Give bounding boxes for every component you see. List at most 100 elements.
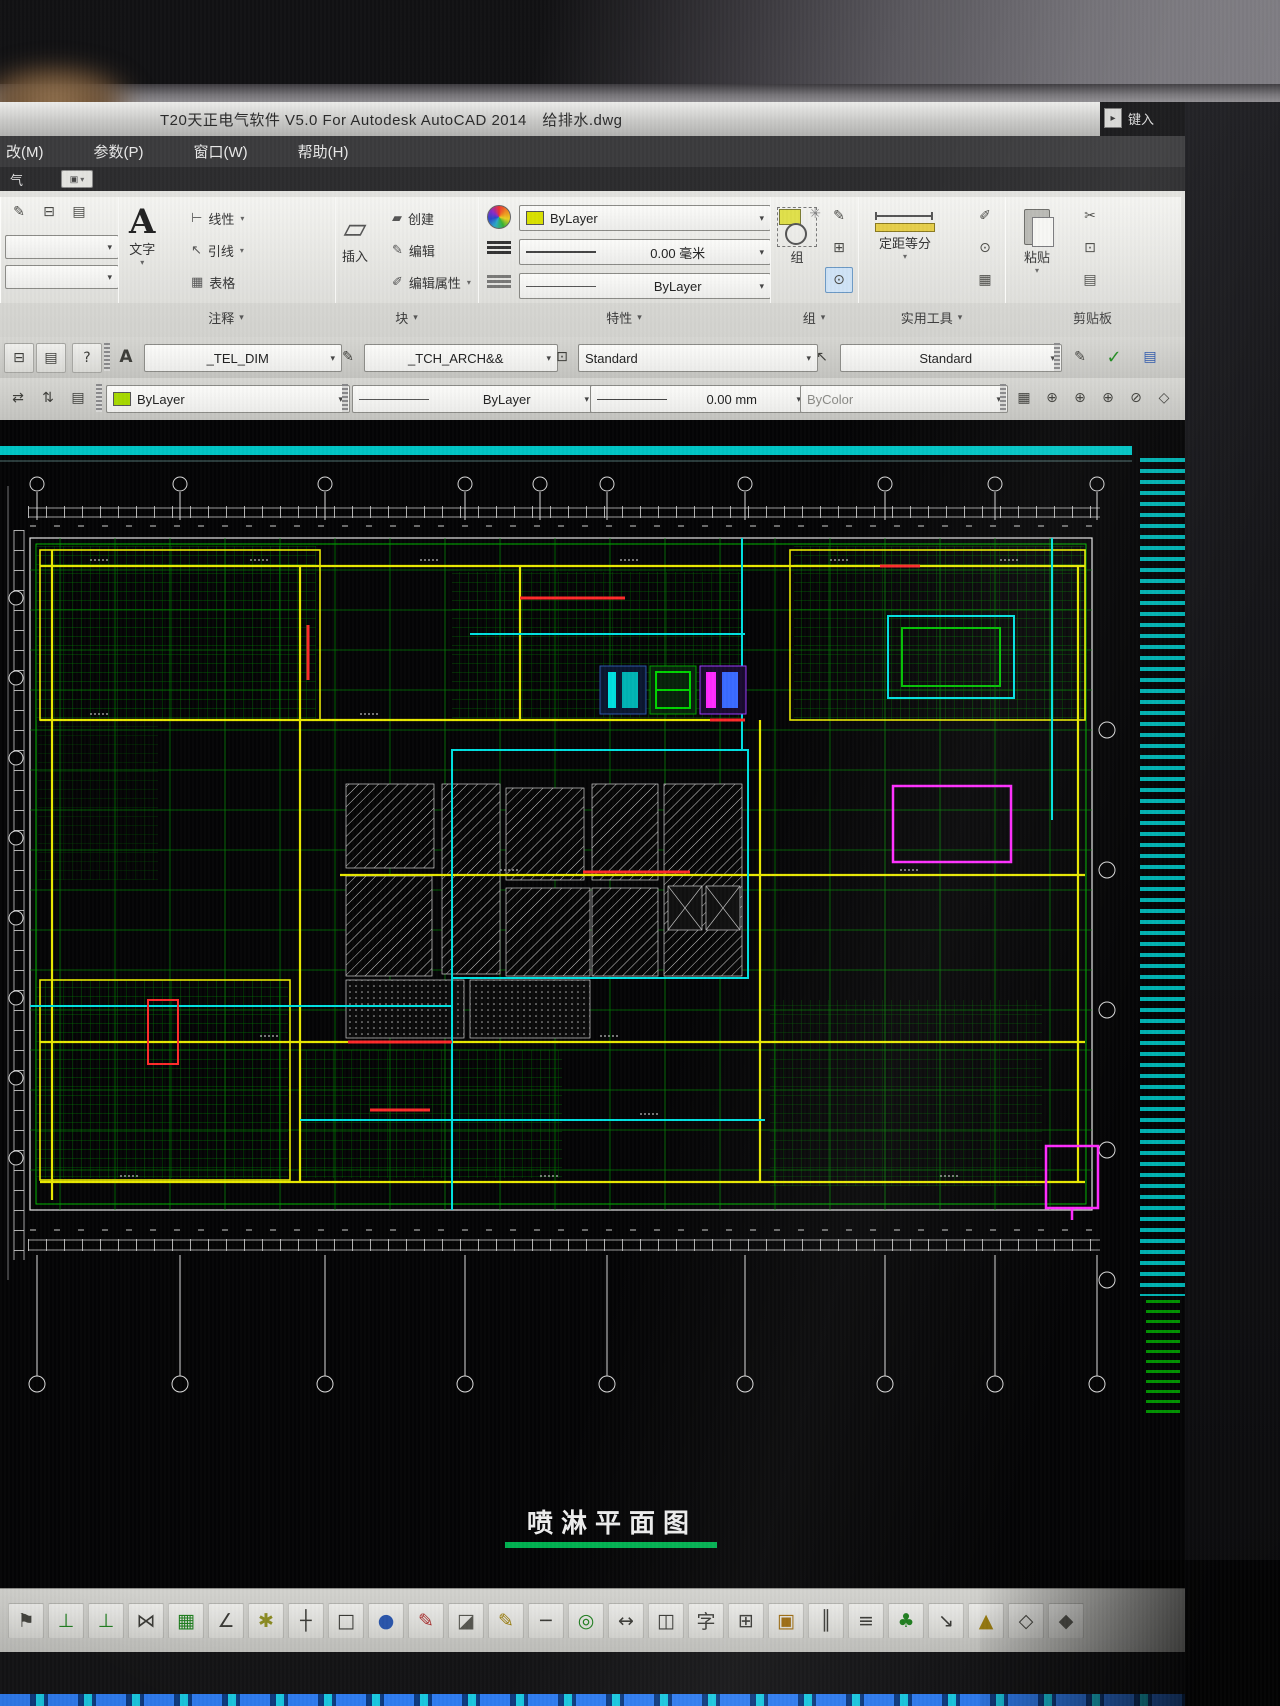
cube-3d-icon[interactable]: ◇ <box>1008 1603 1044 1639</box>
ground-symbol2-icon[interactable]: ⊥ <box>88 1603 124 1639</box>
paste-special-icon[interactable]: ▤ <box>1076 267 1104 293</box>
group-edit-icon[interactable]: ⊞ <box>825 235 853 261</box>
infocenter[interactable]: ▸ 键入 <box>1104 108 1154 128</box>
paste-big-button[interactable]: 粘贴 ▾ <box>1020 207 1054 275</box>
color-wheel-icon[interactable] <box>487 205 511 229</box>
drawing-canvas[interactable]: 喷淋平面图 <box>0 420 1185 1588</box>
menu-item-parameters[interactable]: 参数(P) <box>80 137 158 166</box>
scale-icon[interactable]: ↘ <box>928 1603 964 1639</box>
yellow-pencil-icon[interactable]: ✎ <box>488 1603 524 1639</box>
wall-icon[interactable]: ║ <box>808 1603 844 1639</box>
plot-style-combo[interactable]: ByColor ▾ <box>800 385 1008 413</box>
footer-utilities[interactable]: 实用工具▾ <box>858 305 1005 329</box>
ungroup-icon[interactable]: ✎ <box>825 203 853 229</box>
leader-button[interactable]: ↖ 引线 ▾ <box>191 241 244 260</box>
insert-big-button[interactable]: ▱ 插入 <box>342 211 368 265</box>
ribbon-display-toggle[interactable]: ▣▾ <box>61 170 93 188</box>
tool-icon[interactable]: ▤ <box>65 199 93 225</box>
markup-icon[interactable]: ▤ <box>36 343 66 373</box>
linetype-combo[interactable]: ByLayer ▾ <box>519 273 771 299</box>
infocenter-hint[interactable]: 键入 <box>1128 109 1154 128</box>
color-control-combo[interactable]: ByLayer ▾ <box>106 385 350 413</box>
measure-big-button[interactable]: 定距等分 ▾ <box>873 213 937 261</box>
block-edit-attr-button[interactable]: ✐ 编辑属性 ▾ <box>392 273 471 292</box>
check-standards-icon[interactable]: ✓ <box>1100 343 1128 371</box>
command-line-area[interactable] <box>0 1652 1185 1694</box>
door-icon[interactable]: ◫ <box>648 1603 684 1639</box>
circle-target-icon[interactable]: ◎ <box>568 1603 604 1639</box>
layer-translator-icon[interactable]: ▤ <box>1136 343 1164 371</box>
cut-icon[interactable]: ✂ <box>1076 203 1104 229</box>
id-point-icon[interactable]: ✐ <box>971 203 999 229</box>
mleader-style-combo[interactable]: Standard ▾ <box>840 344 1062 372</box>
ucs-face-icon[interactable]: ⊕ <box>1094 384 1122 412</box>
text-style-combo[interactable]: _TCH_ARCH&& ▾ <box>364 344 558 372</box>
ucs-world-icon[interactable]: ⊕ <box>1038 384 1066 412</box>
stairs-icon[interactable]: ≡ <box>848 1603 884 1639</box>
dim-style-combo[interactable]: _TEL_DIM ▾ <box>144 344 342 372</box>
tool-icon[interactable]: ✎ <box>5 199 33 225</box>
named-views-icon[interactable]: ▦ <box>1010 384 1038 412</box>
table-button[interactable]: ▦ 表格 <box>191 273 235 292</box>
text-tool-icon[interactable]: 字 <box>688 1603 724 1639</box>
block-edit-button[interactable]: ✎ 编辑 <box>392 241 435 260</box>
text-style-icon[interactable]: A <box>112 343 140 371</box>
footer-annotation[interactable]: 注释▾ <box>118 305 334 329</box>
lineweight-control-combo[interactable]: 0.00 mm ▾ <box>590 385 808 413</box>
infocenter-arrow-icon[interactable]: ▸ <box>1104 108 1122 128</box>
sheet-set-icon[interactable]: ⊟ <box>4 343 34 373</box>
toolbar-grip[interactable] <box>342 384 348 412</box>
toolbar-grip[interactable] <box>1000 384 1006 412</box>
box-3d-icon[interactable]: ◆ <box>1048 1603 1084 1639</box>
point-style-icon[interactable]: ✱ <box>248 1603 284 1639</box>
dim-apply-icon[interactable]: ✎ <box>334 343 362 371</box>
selection-box-icon[interactable]: □ <box>328 1603 364 1639</box>
lock-icon[interactable]: ▲ <box>968 1603 1004 1639</box>
table-tool-icon[interactable]: ⊞ <box>728 1603 764 1639</box>
group-big-button[interactable]: ✳ 组 <box>777 207 817 266</box>
footer-properties[interactable]: 特性▾ <box>478 305 770 329</box>
hatch-icon[interactable]: ▦ <box>168 1603 204 1639</box>
node-icon[interactable]: ● <box>368 1603 404 1639</box>
table-style-combo[interactable]: Standard ▾ <box>578 344 818 372</box>
linetype-control-combo[interactable]: ByLayer ▾ <box>352 385 596 413</box>
angle-icon[interactable]: ∠ <box>208 1603 244 1639</box>
isometric-view-icon[interactable]: ◇ <box>1150 384 1178 412</box>
layer-states-icon[interactable]: ⇅ <box>34 384 62 412</box>
help-icon[interactable]: ? <box>72 343 102 373</box>
toolbar-grip[interactable] <box>104 343 110 371</box>
crosshair-icon[interactable]: ┼ <box>288 1603 324 1639</box>
menu-item-modify[interactable]: 改(M) <box>0 137 58 166</box>
left-style-combo[interactable]: ▾ <box>5 235 119 259</box>
object-color-combo[interactable]: ByLayer ▾ <box>519 205 771 231</box>
flag-icon[interactable]: ⚑ <box>8 1603 44 1639</box>
toolbar-grip[interactable] <box>1054 343 1060 371</box>
mleader-style-icon[interactable]: ↖ <box>808 343 836 371</box>
tree-icon[interactable]: ♣ <box>888 1603 924 1639</box>
tool-icon[interactable]: ⊟ <box>35 199 63 225</box>
table-style-icon[interactable]: ⊡ <box>548 343 576 371</box>
calculator-icon[interactable]: ▦ <box>971 267 999 293</box>
cad-drawing[interactable]: 喷淋平面图 <box>0 420 1185 1588</box>
linetype-icon[interactable] <box>487 275 511 288</box>
lineweight-icon[interactable] <box>487 241 511 254</box>
lineweight-combo[interactable]: 0.00 毫米 ▾ <box>519 239 771 265</box>
valve-icon[interactable]: ⋈ <box>128 1603 164 1639</box>
menu-item-window[interactable]: 窗口(W) <box>180 137 262 166</box>
block-tool-icon[interactable]: ▣ <box>768 1603 804 1639</box>
match-props-icon[interactable]: ⇄ <box>4 384 32 412</box>
text-big-button[interactable]: A 文字 ▾ <box>129 205 155 267</box>
footer-block[interactable]: 块▾ <box>335 305 478 329</box>
red-pencil-icon[interactable]: ✎ <box>408 1603 444 1639</box>
group-select-toggle-icon[interactable]: ⊙ <box>825 267 853 293</box>
ground-symbol-icon[interactable]: ⊥ <box>48 1603 84 1639</box>
dimension-icon[interactable]: ↔ <box>608 1603 644 1639</box>
left-style-combo2[interactable]: ▾ <box>5 265 119 289</box>
line-icon[interactable]: ─ <box>528 1603 564 1639</box>
linear-dim-button[interactable]: ⊢ 线性 ▾ <box>191 209 244 228</box>
footer-group[interactable]: 组▾ <box>770 305 858 329</box>
layer-manager-icon[interactable]: ▤ <box>64 384 92 412</box>
eraser-icon[interactable]: ◪ <box>448 1603 484 1639</box>
ucs-object-icon[interactable]: ⊕ <box>1066 384 1094 412</box>
ucs-off-icon[interactable]: ⊘ <box>1122 384 1150 412</box>
